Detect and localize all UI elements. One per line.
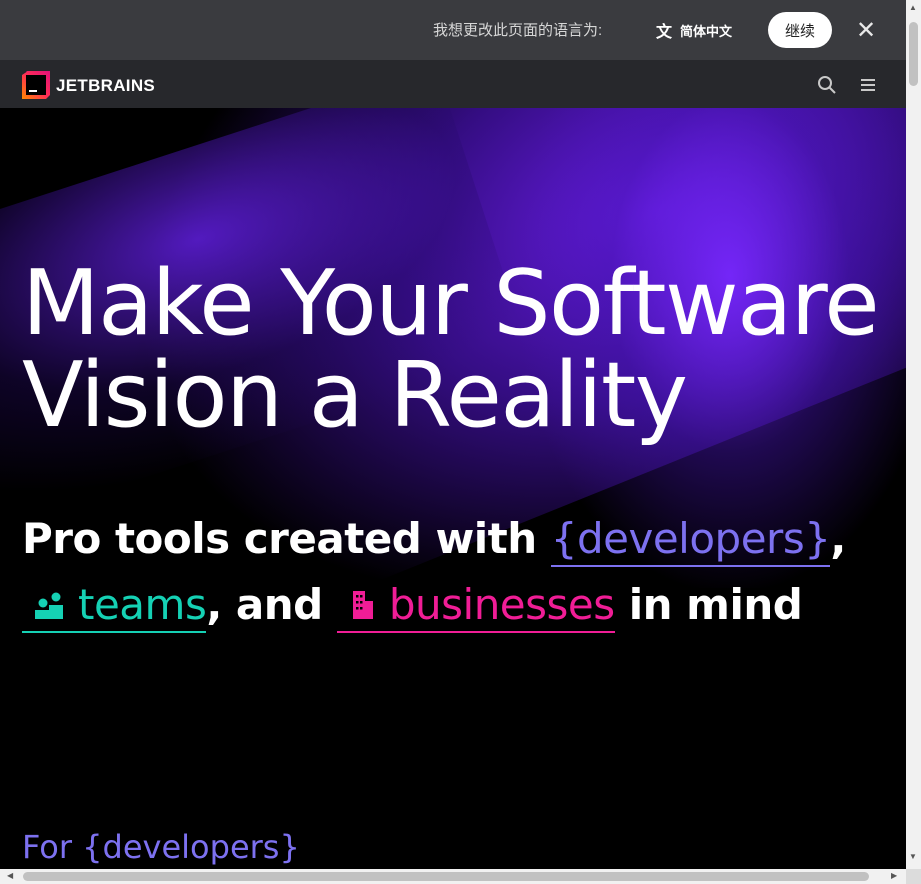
teams-label: teams bbox=[78, 580, 207, 629]
continue-button[interactable]: 继续 bbox=[768, 12, 832, 48]
vertical-scroll-thumb[interactable] bbox=[909, 22, 918, 86]
logo-text[interactable]: JETBRAINS bbox=[56, 76, 155, 96]
hamburger-menu-icon[interactable] bbox=[857, 74, 879, 96]
scroll-left-arrow-icon[interactable]: ◀ bbox=[7, 871, 13, 880]
building-icon bbox=[352, 591, 373, 619]
in-mind-text: in mind bbox=[614, 580, 803, 629]
businesses-label: businesses bbox=[388, 580, 615, 629]
hero-subheadline: Pro tools created with {developers}, tea… bbox=[22, 506, 892, 638]
businesses-link[interactable]: businesses bbox=[336, 580, 615, 633]
translate-icon: 文 bbox=[656, 22, 673, 41]
scroll-right-arrow-icon[interactable]: ▶ bbox=[891, 871, 897, 880]
language-label: 简体中文 bbox=[680, 23, 733, 39]
horizontal-scroll-thumb[interactable] bbox=[23, 872, 869, 881]
teams-link[interactable]: teams bbox=[22, 580, 207, 633]
jetbrains-logo-icon[interactable] bbox=[22, 71, 50, 99]
developers-link[interactable]: {developers} bbox=[550, 515, 831, 567]
translate-prompt: 我想更改此页面的语言为: bbox=[433, 22, 603, 39]
for-developers-heading: For {developers} bbox=[22, 828, 300, 866]
headline-line-1: Make Your Software bbox=[22, 251, 880, 356]
hero-headline: Make Your Software Vision a Reality bbox=[22, 258, 880, 442]
scroll-up-arrow-icon[interactable]: ▲ bbox=[909, 3, 917, 12]
headline-line-2: Vision a Reality bbox=[22, 343, 688, 448]
scrollbar-corner bbox=[906, 869, 921, 884]
hero-section: Make Your Software Vision a Reality Pro … bbox=[0, 108, 906, 869]
comma: , bbox=[830, 514, 846, 563]
close-icon[interactable]: ✕ bbox=[853, 16, 879, 44]
scroll-down-arrow-icon[interactable]: ▼ bbox=[909, 852, 917, 861]
search-icon[interactable] bbox=[815, 74, 839, 96]
and-text: , and bbox=[206, 580, 337, 629]
language-option[interactable]: 文 简体中文 bbox=[656, 18, 732, 42]
teams-icon bbox=[35, 592, 63, 619]
sub-prefix: Pro tools created with bbox=[22, 514, 551, 563]
translate-bar: 我想更改此页面的语言为: 文 简体中文 继续 ✕ bbox=[0, 0, 906, 60]
vertical-scrollbar[interactable] bbox=[906, 0, 921, 869]
